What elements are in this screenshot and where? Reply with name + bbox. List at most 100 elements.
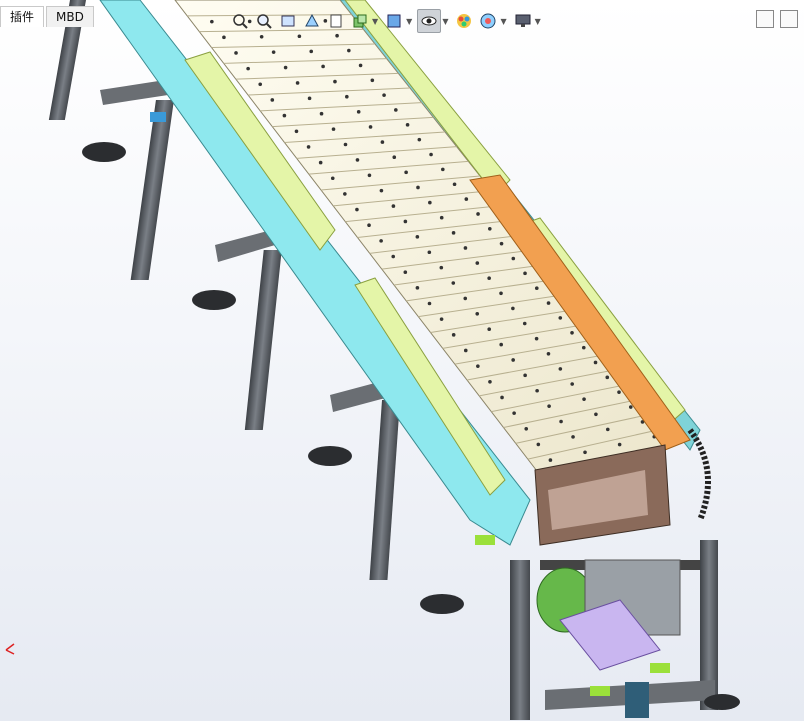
slat-hole [210,19,214,24]
slat-hole [499,241,504,246]
slat-hole [309,49,314,54]
slat-hole [405,123,410,127]
tab-add-ins[interactable]: 插件 [0,6,45,27]
slat-hole [370,78,375,83]
slat-hole [571,435,575,439]
slat-hole [416,185,420,190]
chevron-down-icon[interactable]: ▼ [372,17,378,26]
slat-hole [523,373,527,378]
slat-hole [321,64,325,69]
slat-hole [331,127,336,131]
slat-hole [246,66,250,71]
slat-hole [488,380,492,384]
green-tab [650,663,670,673]
section-view-icon[interactable] [301,10,323,32]
slat-hole [451,281,456,285]
slat-hole [511,256,516,261]
blue-tab [150,112,166,122]
slat-hole [415,235,420,239]
slat-hole [258,82,263,87]
slat-hole [605,427,610,432]
slat-hole [488,227,492,231]
maximize-icon[interactable] [780,10,798,28]
dynamic-annotation-icon[interactable] [325,10,347,32]
slat-hole [380,140,385,144]
slat-hole [379,239,383,243]
slat-hole [270,98,275,102]
previous-view-icon[interactable] [277,10,299,32]
apply-scene-icon[interactable] [477,10,499,32]
edit-appearance-icon[interactable] [453,10,475,32]
slat-hole [427,301,432,306]
slat-hole [546,351,551,356]
slat-hole [282,113,287,118]
chevron-down-icon[interactable]: ▼ [406,17,412,26]
slat-hole [403,219,408,224]
leg [244,250,282,430]
slat-hole [523,271,527,276]
slat-hole [558,367,563,371]
slat-hole [441,167,445,172]
leg [369,400,401,580]
slat-hole [297,34,302,39]
slat-hole [452,182,457,187]
hide-show-items-icon[interactable] [417,9,442,33]
leveling-foot [704,694,740,710]
leveling-foot [308,446,352,466]
slat-hole [617,442,622,447]
slat-hole [499,291,503,296]
green-tab [475,535,495,545]
slat-hole [391,254,396,259]
restore-icon[interactable] [756,10,774,28]
slat-hole [415,286,420,290]
slat-hole [547,404,551,408]
slat-hole [439,265,444,270]
slat-hole [335,33,339,38]
slat-hole [535,388,539,393]
slat-hole [319,111,324,116]
display-style-icon[interactable] [383,10,405,32]
reference-triad [5,643,15,655]
slat-hole [333,79,337,84]
slat-hole [476,364,480,368]
slat-hole [534,336,539,341]
slat-hole [271,50,276,54]
conveyor-model[interactable] [0,0,804,721]
slat-hole [581,345,586,350]
leg [130,100,174,280]
chevron-down-icon[interactable]: ▼ [535,17,541,26]
slat-hole [617,390,621,394]
zoom-area-icon[interactable] [253,10,275,32]
tab-mbd[interactable]: MBD [46,6,94,27]
slat-hole [358,63,363,68]
slat-hole [343,142,348,147]
slat-hole [570,330,574,335]
chevron-down-icon[interactable]: ▼ [442,17,448,26]
green-tab [590,686,610,696]
chevron-down-icon[interactable]: ▼ [500,17,506,26]
slat-hole [382,93,386,97]
slat-hole [429,152,433,157]
view-orientation-icon[interactable] [349,10,371,32]
slat-hole [605,375,610,380]
slat-hole [583,450,587,455]
slat-hole [499,342,503,347]
slat-hole [476,212,480,216]
slat-hole [582,397,586,401]
view-settings-icon[interactable] [512,10,534,32]
slat-hole [534,286,539,291]
slat-hole [306,145,311,149]
slat-hole [522,321,527,326]
graphics-viewport[interactable]: 插件 MBD ▼ ▼ ▼ ▼ ▼ [0,0,804,721]
slat-hole [558,316,563,320]
slat-hole [475,261,480,265]
slat-hole [392,155,397,160]
slat-hole [524,426,529,431]
slat-hole [394,108,398,112]
slat-hole [234,51,238,55]
zoom-to-fit-icon[interactable] [229,10,251,32]
slat-hole [536,442,541,447]
slat-hole [559,419,563,424]
slat-hole [428,200,432,205]
slat-hole [593,360,598,365]
